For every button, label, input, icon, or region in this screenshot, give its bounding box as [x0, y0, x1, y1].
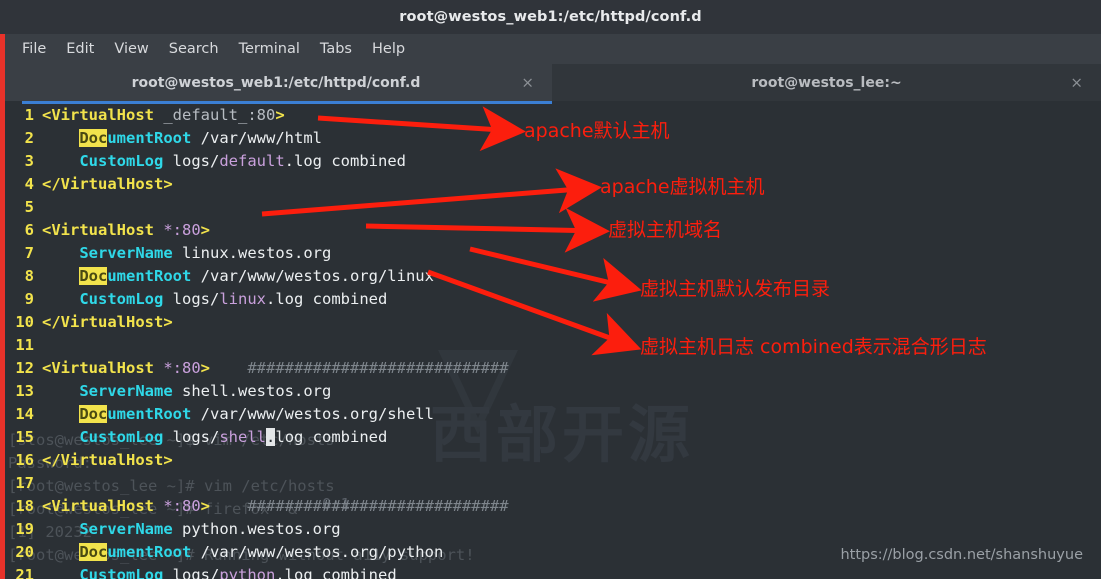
code-line: 9 CustomLog logs/linux.log combined	[0, 288, 1101, 311]
code-line-text: CustomLog logs/shell.log combined	[79, 428, 388, 446]
line-number: 10	[15, 313, 34, 331]
code-line-text: <VirtualHost *:80>	[42, 221, 210, 239]
code-line: 16 </VirtualHost>	[0, 449, 1101, 472]
code-line: 7 ServerName linux.westos.org	[0, 242, 1101, 265]
ghost-shell-line: [1] 20232	[8, 523, 92, 541]
ghost-shell-line: [root@westos_lee ~]# vim /etc/hosts	[8, 477, 335, 495]
code-line: 19 ServerName python.westos.org	[0, 518, 1101, 541]
code-line-text: ServerName linux.westos.org	[79, 244, 332, 262]
ghost-shell-line: [stos@westos_lee ~]$ vim /etc/hosts	[8, 431, 335, 449]
line-number: 21	[15, 566, 34, 579]
terminal-tab-2[interactable]: root@westos_lee:~ ×	[552, 64, 1101, 102]
line-number: 8	[24, 267, 34, 285]
line-number: 11	[15, 336, 34, 354]
code-line: 4 </VirtualHost>	[0, 173, 1101, 196]
code-line: 15 CustomLog logs/shell.log combined	[0, 426, 1101, 449]
code-line: 5	[0, 196, 1101, 219]
line-number: 13	[15, 382, 34, 400]
menu-item-edit[interactable]: Edit	[56, 39, 104, 59]
line-number: 1	[24, 106, 34, 124]
ghost-shell-line: Password:	[8, 454, 92, 472]
menu-item-terminal[interactable]: Terminal	[229, 39, 310, 59]
tab-label: root@westos_lee:~	[751, 75, 902, 91]
annotation-label-2: apache虚拟机主机	[600, 176, 765, 198]
code-line-text: <VirtualHost *:80> #####################…	[42, 497, 509, 515]
terminal-tab-1[interactable]: root@westos_web1:/etc/httpd/conf.d ×	[0, 64, 552, 102]
menu-item-search[interactable]: Search	[159, 39, 229, 59]
line-number: 7	[24, 244, 34, 262]
code-line-text: </VirtualHost>	[42, 175, 173, 193]
line-number: 12	[15, 359, 34, 377]
tab-close-icon[interactable]: ×	[1070, 75, 1083, 91]
window-title: root@westos_web1:/etc/httpd/conf.d	[399, 9, 702, 25]
annotation-label-3: 虚拟主机域名	[608, 219, 723, 241]
editor-status-position: 0:1	[322, 495, 350, 513]
watermark-logo-text: 西部开源	[430, 404, 694, 466]
line-number: 3	[24, 152, 34, 170]
line-number: 17	[15, 474, 34, 492]
line-number: 4	[24, 175, 34, 193]
code-line: 6 <VirtualHost *:80>	[0, 219, 1101, 242]
code-line: 21 CustomLog logs/python.log combined	[0, 564, 1101, 579]
line-number: 5	[24, 198, 34, 216]
annotation-label-4: 虚拟主机默认发布目录	[640, 278, 831, 300]
code-line-text: </VirtualHost>	[42, 313, 173, 331]
tab-label: root@westos_web1:/etc/httpd/conf.d	[131, 75, 421, 91]
code-line-text: ServerName python.westos.org	[79, 520, 341, 538]
watermark-logo-icon	[438, 350, 518, 435]
code-line-text: DocumentRoot /var/www/westos.org/python	[79, 543, 444, 561]
menu-item-help[interactable]: Help	[362, 39, 415, 59]
line-number: 14	[15, 405, 34, 423]
line-number: 18	[15, 497, 34, 515]
code-line-text: <VirtualHost _default_:80>	[42, 106, 285, 124]
code-line-text: CustomLog logs/linux.log combined	[79, 290, 388, 308]
terminal-window: root@westos_web1:/etc/httpd/conf.d File E…	[0, 0, 1101, 579]
code-line: 17	[0, 472, 1101, 495]
tab-bar: root@westos_web1:/etc/httpd/conf.d × root@…	[0, 64, 1101, 102]
line-number: 9	[24, 290, 34, 308]
annotation-label-5: 虚拟主机日志 combined表示混合形日志	[640, 336, 987, 358]
code-line: 13 ServerName shell.westos.org	[0, 380, 1101, 403]
line-number: 15	[15, 428, 34, 446]
line-number: 6	[24, 221, 34, 239]
annotation-label-1: apache默认主机	[524, 120, 670, 142]
line-number: 2	[24, 129, 34, 147]
code-line-text: DocumentRoot /var/www/westos.org/shell	[79, 405, 434, 423]
line-number: 20	[15, 543, 34, 561]
line-number: 19	[15, 520, 34, 538]
menu-item-file[interactable]: File	[12, 39, 56, 59]
code-line-text: DocumentRoot /var/www/westos.org/linux	[79, 267, 434, 285]
code-line-text: CustomLog logs/default.log combined	[79, 152, 406, 170]
code-line: 10 </VirtualHost>	[0, 311, 1101, 334]
left-edge-marker-top	[0, 34, 5, 104]
code-line-text: DocumentRoot /var/www/html	[79, 129, 322, 147]
code-line: 14 DocumentRoot /var/www/westos.org/shel…	[0, 403, 1101, 426]
code-line: 12 <VirtualHost *:80> ###################…	[0, 357, 1101, 380]
watermark-text: 西部开源	[430, 398, 695, 471]
code-line: 8 DocumentRoot /var/www/westos.org/linux	[0, 265, 1101, 288]
tab-close-icon[interactable]: ×	[521, 75, 534, 91]
ghost-shell-line: [root@westos_lee ~]# firefox &	[8, 500, 298, 518]
code-line-text: </VirtualHost>	[42, 451, 173, 469]
menu-item-tabs[interactable]: Tabs	[310, 39, 362, 59]
code-line-text: CustomLog logs/python.log combined	[79, 566, 397, 579]
code-line: 3 CustomLog logs/default.log combined	[0, 150, 1101, 173]
code-line-text: ServerName shell.westos.org	[79, 382, 332, 400]
menu-item-view[interactable]: View	[104, 39, 158, 59]
line-number: 16	[15, 451, 34, 469]
blog-url-watermark: https://blog.csdn.net/shanshuyue	[840, 547, 1083, 563]
menu-bar: File Edit View Search Terminal Tabs Help	[0, 34, 1101, 64]
window-titlebar: root@westos_web1:/etc/httpd/conf.d	[0, 0, 1101, 34]
left-edge-marker	[0, 104, 5, 579]
code-line-text: <VirtualHost *:80> #####################…	[42, 359, 509, 377]
ghost-shell-line: [root@westos_lee ~]# Running without a11…	[8, 546, 475, 564]
code-line: 18 <VirtualHost *:80> ###################…	[0, 495, 1101, 518]
